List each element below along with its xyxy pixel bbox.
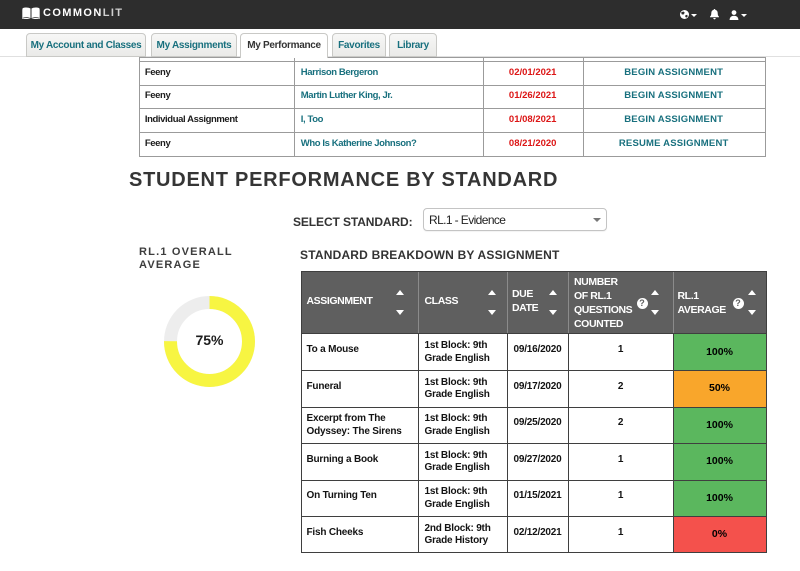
svg-text:75%: 75%: [195, 332, 224, 348]
